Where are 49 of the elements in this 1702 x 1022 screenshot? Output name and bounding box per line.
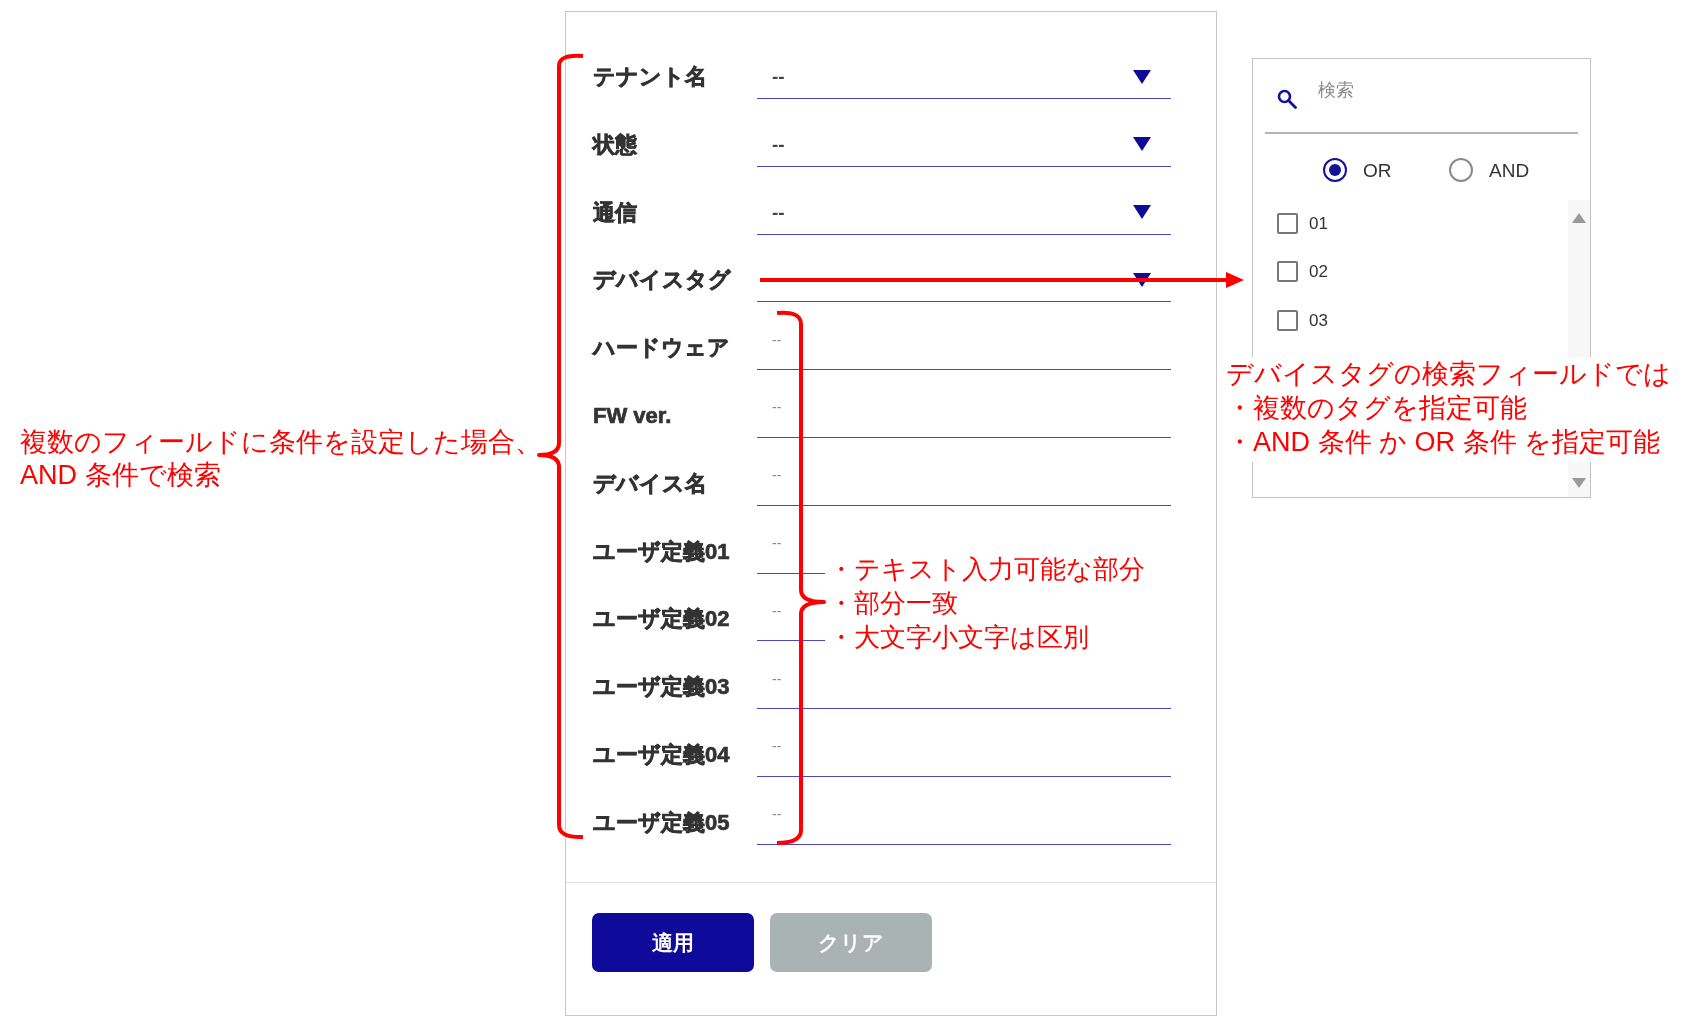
field-label: テナント名 xyxy=(593,66,708,88)
caret-icon xyxy=(1133,272,1151,287)
option-label: AND xyxy=(1489,160,1530,180)
field-label: 状態 xyxy=(593,133,638,156)
field-label: デバイスタグ xyxy=(593,269,732,292)
tag-label: 02 xyxy=(1309,263,1328,280)
text-field[interactable]: -- xyxy=(757,461,1171,506)
field-label: ユーザ定義04 xyxy=(593,743,731,766)
text-field[interactable]: -- xyxy=(757,394,1171,438)
text-field[interactable]: -- xyxy=(757,665,1171,710)
text-field[interactable]: -- xyxy=(757,597,825,642)
text-field[interactable]: -- xyxy=(757,732,1171,777)
caret-icon xyxy=(1133,137,1151,152)
annotation-title: デバイスタグの検索フィールドでは xyxy=(1226,358,1671,391)
dropdown-field[interactable]: -- xyxy=(757,122,1171,167)
radio-button[interactable] xyxy=(1323,158,1347,182)
checkbox[interactable] xyxy=(1277,212,1298,234)
checkbox[interactable] xyxy=(1277,261,1298,282)
field-label: ユーザ定義03 xyxy=(593,676,731,699)
dropdown-field[interactable]: -- xyxy=(757,55,1171,99)
annotation-bullet: ・複数のタグを指定可能 xyxy=(1226,392,1527,425)
annotation-bullet: ・部分一致 xyxy=(828,587,958,620)
scroll-up-icon[interactable] xyxy=(1572,213,1586,223)
caret-icon xyxy=(1133,69,1151,84)
field-label: ハードウェア xyxy=(593,337,731,360)
field-label: ユーザ定義05 xyxy=(593,811,731,834)
search-field[interactable]: 検索 xyxy=(1318,78,1538,102)
radio-button[interactable] xyxy=(1449,158,1473,182)
annotation-bullet: ・テキスト入力可能な部分 xyxy=(828,553,1145,586)
field-label: FW ver. xyxy=(593,405,673,427)
tag-label: 01 xyxy=(1309,214,1328,232)
text-field[interactable]: -- xyxy=(757,529,825,574)
text-field[interactable]: -- xyxy=(757,326,1171,371)
caret-icon xyxy=(1133,205,1151,220)
text-field[interactable]: -- xyxy=(757,800,1171,845)
annotation-note: 複数のフィールドに条件を設定した場合、 AND 条件で検索 xyxy=(20,426,542,492)
field-label: デバイス名 xyxy=(593,472,708,495)
option-label: OR xyxy=(1363,160,1392,180)
dropdown-field[interactable]: -- xyxy=(757,190,1171,235)
tag-label: 03 xyxy=(1309,311,1328,329)
annotation-bullet: ・大文字小文字は区別 xyxy=(828,621,1089,654)
field-label: ユーザ定義02 xyxy=(593,608,731,631)
apply-button[interactable]: 適用 xyxy=(592,912,754,972)
scroll-down-icon[interactable] xyxy=(1572,478,1586,488)
checkbox[interactable] xyxy=(1277,309,1298,331)
field-label: ユーザ定義01 xyxy=(593,540,731,563)
search-icon xyxy=(1277,89,1297,109)
annotation-bullet: ・AND 条件 か OR 条件 を指定可能 xyxy=(1226,426,1660,459)
field-label: 通信 xyxy=(593,201,638,224)
